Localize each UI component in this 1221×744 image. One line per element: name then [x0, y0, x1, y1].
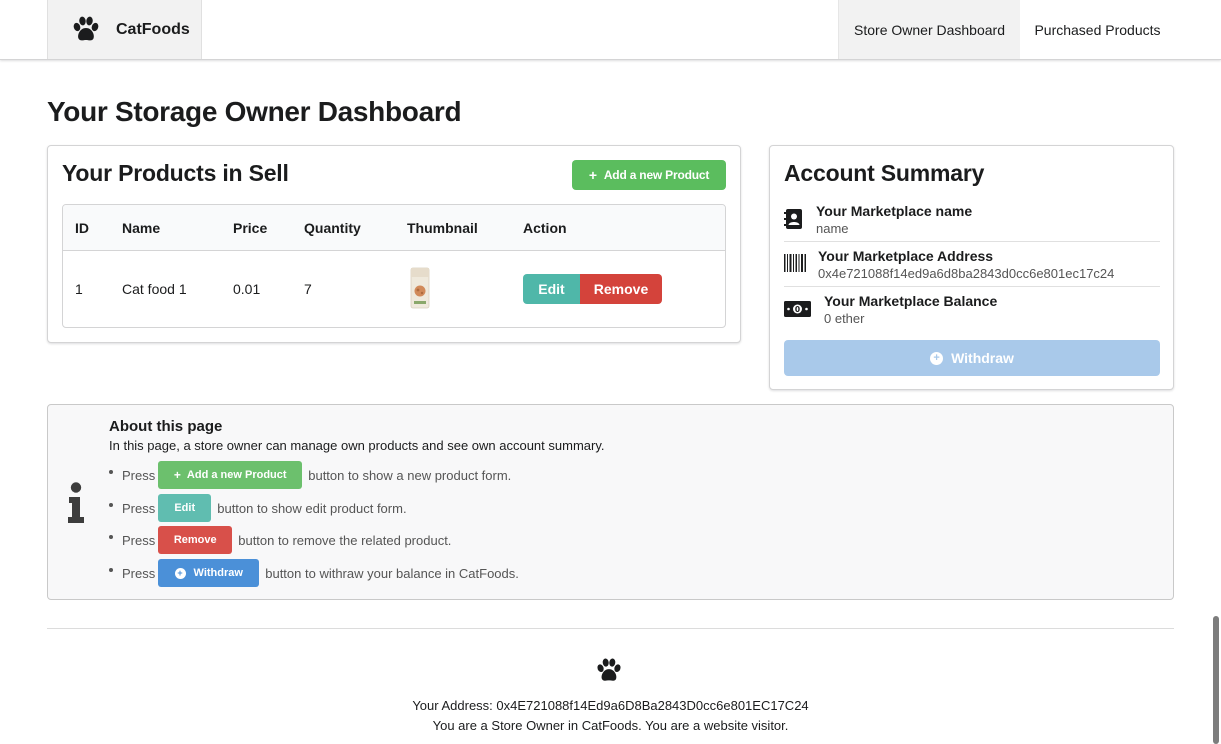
action-button-group: Edit Remove [523, 274, 662, 304]
footer-role: You are a Store Owner in CatFoods. You a… [432, 718, 789, 733]
cell-action: Edit Remove [511, 251, 725, 327]
paw-icon [73, 16, 99, 40]
add-product-label: Add a new Product [603, 168, 710, 182]
account-summary-panel: Account Summary Your Marketplace name na… [769, 145, 1174, 390]
about-item-text: button to show edit product form. [217, 500, 407, 516]
cell-price: 0.01 [233, 281, 261, 297]
about-item-text: button to withraw your balance in CatFoo… [265, 565, 519, 581]
barcode-icon [784, 254, 806, 272]
products-panel: Your Products in Sell + Add a new Produc… [47, 145, 741, 343]
cell-id: 1 [75, 281, 83, 297]
marketplace-name-value: name [816, 221, 849, 236]
column-header-action: Action [511, 205, 725, 251]
cell-name: Cat food 1 [122, 281, 187, 297]
remove-button[interactable]: Remove [580, 274, 662, 304]
bullet [109, 470, 113, 474]
example-withdraw-label: Withdraw [193, 567, 243, 579]
nav-store-owner-dashboard[interactable]: Store Owner Dashboard [838, 0, 1020, 59]
bullet [109, 503, 113, 507]
money-bill-icon: 0 [784, 301, 811, 317]
example-remove-button: Remove [158, 526, 233, 554]
summary-item-address: Your Marketplace Address 0x4e721088f14ed… [784, 242, 1160, 287]
brand-link[interactable]: CatFoods [47, 0, 202, 59]
column-header-id: ID [63, 205, 110, 251]
bullet [109, 535, 113, 539]
about-description: In this page, a store owner can manage o… [109, 438, 605, 453]
about-item-text: button to remove the related product. [238, 532, 452, 548]
brand-name: CatFoods [116, 20, 190, 38]
footer-address: Your Address: 0x4E721088f14Ed9a6D8Ba2843… [412, 698, 809, 713]
page-title: Your Storage Owner Dashboard [47, 96, 462, 127]
table-header-row: ID Name Price Quantity Thumbnail Action [63, 205, 725, 251]
cell-thumbnail [395, 251, 511, 327]
edit-button[interactable]: Edit [523, 274, 580, 304]
marketplace-balance-value: 0 ether [824, 311, 865, 326]
nav-purchased-products[interactable]: Purchased Products [1020, 0, 1175, 59]
about-item-text: button to show a new product form. [308, 467, 512, 483]
example-add-label: Add a new Product [186, 469, 287, 481]
plus-circle-icon: + [930, 351, 944, 365]
column-header-thumbnail: Thumbnail [395, 205, 511, 251]
info-icon [68, 482, 84, 523]
about-list-item: Press Remove button to remove the relate… [109, 526, 451, 554]
paw-icon [597, 658, 621, 681]
withdraw-label: Withdraw [951, 350, 1014, 366]
plus-circle-icon: + [174, 567, 186, 579]
withdraw-button[interactable]: + Withdraw [784, 340, 1160, 376]
bullet [109, 568, 113, 572]
address-book-icon [784, 209, 802, 229]
account-summary-title: Account Summary [784, 160, 985, 186]
table-row: 1 Cat food 1 0.01 7 Edit Remove [63, 251, 725, 327]
footer-divider [47, 628, 1174, 629]
example-withdraw-button: + Withdraw [158, 559, 260, 587]
about-page-message: About this page In this page, a store ow… [47, 404, 1174, 600]
marketplace-name-label: Your Marketplace name [816, 203, 973, 219]
about-list-item: Press + Withdraw button to withraw your … [109, 559, 519, 587]
example-edit-button: Edit [158, 494, 212, 522]
press-text: Press [122, 565, 156, 581]
about-list-item: Press + Add a new Product button to show… [109, 461, 511, 489]
scrollbar[interactable] [1213, 616, 1219, 744]
about-header: About this page [109, 418, 223, 435]
products-title: Your Products in Sell [62, 160, 289, 186]
plus-icon: + [173, 468, 181, 482]
about-list-item: Press Edit button to show edit product f… [109, 494, 407, 522]
column-header-quantity: Quantity [292, 205, 395, 251]
plus-icon: + [588, 167, 597, 183]
svg-text:0: 0 [795, 305, 800, 314]
marketplace-address-value: 0x4e721088f14ed9a6d8ba2843d0cc6e801ec17c… [818, 266, 1115, 281]
product-thumbnail [410, 267, 430, 308]
add-product-button[interactable]: + Add a new Product [572, 160, 726, 190]
cell-quantity: 7 [304, 281, 312, 297]
example-add-product-button: + Add a new Product [158, 461, 303, 489]
products-table: ID Name Price Quantity Thumbnail Action … [62, 204, 726, 328]
press-text: Press [122, 467, 156, 483]
column-header-name: Name [110, 205, 221, 251]
summary-item-name: Your Marketplace name name [784, 202, 1160, 242]
summary-item-balance: 0 Your Marketplace Balance 0 ether [784, 287, 1160, 329]
press-text: Press [122, 532, 156, 548]
column-header-price: Price [221, 205, 292, 251]
marketplace-address-label: Your Marketplace Address [818, 248, 994, 264]
press-text: Press [122, 500, 156, 516]
marketplace-balance-label: Your Marketplace Balance [824, 293, 998, 309]
top-menu: CatFoods Store Owner Dashboard Purchased… [0, 0, 1221, 60]
